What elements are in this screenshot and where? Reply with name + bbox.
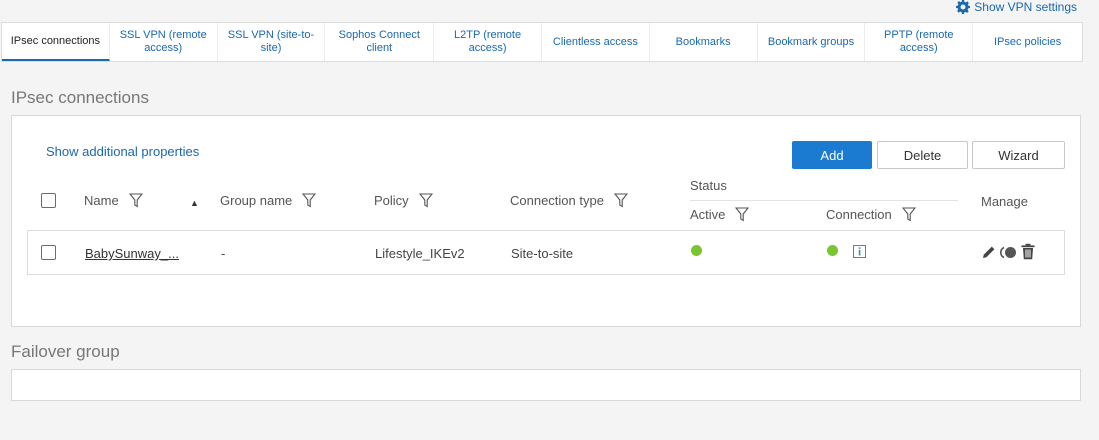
column-header-manage: Manage: [981, 194, 1028, 209]
tab-bookmark-groups[interactable]: Bookmark groups: [758, 23, 866, 61]
tab-ssl-vpn-remote-access[interactable]: SSL VPN (remote access): [110, 23, 218, 61]
sort-ascending-icon[interactable]: ▲: [190, 198, 199, 208]
connection-name-link[interactable]: BabySunway_...: [85, 246, 179, 261]
column-header-group-name: Group name: [220, 193, 317, 208]
column-header-active: Active: [690, 207, 750, 222]
tab-bookmarks[interactable]: Bookmarks: [650, 23, 758, 61]
show-vpn-settings-link[interactable]: Show VPN settings: [956, 0, 1077, 14]
column-header-connection: Connection: [826, 207, 916, 222]
ipsec-connections-panel: Show additional properties Add Delete Wi…: [11, 115, 1081, 327]
select-all-checkbox[interactable]: [41, 193, 56, 208]
show-additional-properties-link[interactable]: Show additional properties: [46, 144, 199, 159]
tab-clientless-access[interactable]: Clientless access: [542, 23, 650, 61]
row-checkbox[interactable]: [41, 245, 56, 260]
filter-icon[interactable]: [418, 193, 433, 208]
row-connection-type: Site-to-site: [511, 246, 574, 261]
tab-ssl-vpn-site-to-site[interactable]: SSL VPN (site-to-site): [218, 23, 326, 61]
tab-sophos-connect-client[interactable]: Sophos Connect client: [325, 23, 435, 61]
show-vpn-settings-label: Show VPN settings: [974, 0, 1077, 14]
filter-icon[interactable]: [302, 193, 317, 208]
tab-ipsec-policies[interactable]: IPsec policies: [973, 23, 1082, 61]
filter-icon[interactable]: [735, 207, 750, 222]
toggle-connection-icon[interactable]: [1000, 246, 1017, 259]
column-header-name: Name: [84, 193, 143, 208]
row-group-name: -: [221, 246, 226, 261]
column-connection-type-label: Connection type: [510, 193, 604, 208]
wizard-button[interactable]: Wizard: [972, 141, 1065, 169]
ipsec-section-title: IPsec connections: [11, 88, 149, 107]
column-name-label: Name: [84, 193, 119, 208]
trash-icon[interactable]: [1021, 243, 1035, 260]
vpn-tab-bar: IPsec connections SSL VPN (remote access…: [1, 22, 1083, 62]
delete-button[interactable]: Delete: [877, 141, 968, 169]
column-group-name-label: Group name: [220, 193, 293, 208]
column-header-connection-type: Connection type: [510, 193, 628, 208]
gear-icon: [956, 0, 971, 14]
status-header-divider: [690, 200, 958, 201]
column-connection-label: Connection: [826, 207, 892, 222]
connection-status-indicator: [827, 245, 838, 256]
column-header-policy: Policy: [374, 193, 433, 208]
row-policy: Lifestyle_IKEv2: [375, 246, 465, 261]
add-button[interactable]: Add: [792, 141, 872, 169]
tab-pptp-remote-access[interactable]: PPTP (remote access): [865, 23, 974, 61]
filter-icon[interactable]: [613, 193, 628, 208]
column-manage-label: Manage: [981, 194, 1028, 209]
active-status-indicator[interactable]: [691, 245, 702, 256]
column-policy-label: Policy: [374, 193, 409, 208]
table-row: BabySunway_... - Lifestyle_IKEv2 Site-to…: [27, 230, 1065, 275]
failover-section-title: Failover group: [11, 342, 120, 361]
tab-l2tp-remote-access[interactable]: L2TP (remote access): [434, 23, 542, 61]
column-active-label: Active: [690, 207, 726, 222]
column-header-status: Status: [690, 178, 727, 193]
filter-icon[interactable]: [128, 193, 143, 208]
column-status-label: Status: [690, 178, 727, 193]
filter-icon[interactable]: [901, 207, 916, 222]
failover-group-panel: [11, 369, 1081, 401]
tab-ipsec-connections[interactable]: IPsec connections: [2, 23, 110, 61]
edit-pencil-icon[interactable]: [981, 244, 997, 260]
info-icon[interactable]: [853, 245, 866, 258]
